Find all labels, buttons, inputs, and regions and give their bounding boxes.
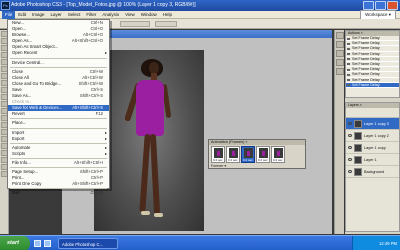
layers-panel: Layers × Layer 1 copy 3 Layer 1 copy 2 L… xyxy=(345,102,400,232)
workspace-dropdown[interactable]: Workspace ▾ xyxy=(360,9,396,20)
menu-view[interactable]: View xyxy=(122,11,138,19)
history-icon[interactable] xyxy=(336,32,344,39)
menu-select[interactable]: Select xyxy=(65,11,84,19)
frame-thumbnail xyxy=(229,148,238,158)
right-dock: Actions × Set Frame Delay Set Frame Dela… xyxy=(345,30,400,234)
styles-icon[interactable] xyxy=(336,50,344,57)
option-control[interactable] xyxy=(155,21,177,27)
adjustments-icon[interactable] xyxy=(336,59,344,66)
menu-item-export[interactable]: Export xyxy=(8,136,109,142)
layer-row[interactable]: Layer 1 xyxy=(346,154,399,166)
swatches-icon[interactable] xyxy=(336,41,344,48)
layer-thumbnail xyxy=(354,168,362,176)
option-control[interactable] xyxy=(120,21,150,27)
menu-filter[interactable]: Filter xyxy=(83,11,99,19)
layer-row[interactable]: Background xyxy=(346,166,399,178)
menu-separator xyxy=(10,188,107,190)
menu-separator xyxy=(10,127,107,129)
file-menu-dropdown: New... Ctrl+N Open... Ctrl+O Browse... Alt+… xyxy=(7,19,110,195)
frame-thumbnail xyxy=(274,148,283,158)
layer-thumbnail xyxy=(354,120,362,128)
menu-analysis[interactable]: Analysis xyxy=(99,11,122,19)
menu-edit[interactable]: Edit xyxy=(15,11,29,19)
menu-item-device-central[interactable]: Device Central... xyxy=(8,60,109,66)
quicklaunch-desktop-icon[interactable] xyxy=(44,240,51,247)
actions-panel: Actions × Set Frame Delay Set Frame Dela… xyxy=(345,30,400,98)
character-icon[interactable] xyxy=(336,68,344,75)
visibility-eye-icon[interactable] xyxy=(348,146,352,149)
model-dress xyxy=(136,80,164,136)
visibility-eye-icon[interactable] xyxy=(348,122,352,125)
menu-item-scripts[interactable]: Scripts xyxy=(8,151,109,157)
layer-name: Layer 1 copy 2 xyxy=(364,134,389,138)
menu-item-print-one-copy[interactable]: Print One Copy Alt+Shift+Ctrl+P xyxy=(8,181,109,187)
document-canvas[interactable] xyxy=(94,50,204,231)
visibility-eye-icon[interactable] xyxy=(348,158,352,161)
layer-name: Layer 1 copy xyxy=(364,146,386,150)
menu-layer[interactable]: Layer xyxy=(48,11,65,19)
visibility-eye-icon[interactable] xyxy=(348,134,352,137)
frame-thumbnail xyxy=(259,148,268,158)
layer-thumbnail xyxy=(354,144,362,152)
menu-item-exit[interactable]: Exit Ctrl+Q xyxy=(8,190,109,196)
animation-frame[interactable]: 0.2 sec xyxy=(256,146,270,163)
animation-panel: Animation (Frames) × 0.2 sec 0.2 sec 0.2… xyxy=(208,139,306,169)
model-shoe xyxy=(141,211,150,215)
menu-separator xyxy=(10,142,107,144)
photoshop-app-icon xyxy=(1,0,10,11)
window-title: Adobe Photoshop CS3 - [Top_Model_Fotos.j… xyxy=(11,2,196,8)
layer-row[interactable]: Layer 1 copy xyxy=(346,142,399,154)
layer-row-selected[interactable]: Layer 1 copy 3 xyxy=(346,118,399,130)
layers-options xyxy=(346,108,399,118)
model-shoe xyxy=(154,213,163,217)
menu-item-file-info[interactable]: File Info... Alt+Shift+Ctrl+I xyxy=(8,160,109,166)
menu-item-revert[interactable]: Revert F12 xyxy=(8,111,109,117)
menu-separator xyxy=(10,118,107,120)
loop-dropdown[interactable]: Forever ▾ xyxy=(209,164,305,169)
layer-thumbnail xyxy=(354,156,362,164)
model-leg xyxy=(149,133,161,215)
menu-image[interactable]: Image xyxy=(29,11,48,19)
animation-frame-selected[interactable]: 0.2 sec xyxy=(241,146,255,163)
menu-file[interactable]: File xyxy=(2,10,16,19)
menu-help[interactable]: Help xyxy=(160,11,175,19)
layer-name: Background xyxy=(364,170,385,174)
visibility-eye-icon[interactable] xyxy=(348,170,352,173)
layer-thumbnail xyxy=(354,132,362,140)
frame-strip: 0.2 sec 0.2 sec 0.2 sec 0.2 sec 0.2 sec xyxy=(209,145,305,164)
animation-frame[interactable]: 0.2 sec xyxy=(211,146,225,163)
collapsed-panel-icons xyxy=(334,30,344,234)
frame-thumbnail xyxy=(214,148,223,158)
menu-bar: File Edit Image Layer Select Filter Anal… xyxy=(0,9,400,20)
menu-separator xyxy=(10,57,107,59)
action-item-selected[interactable]: Set Frame Delay xyxy=(346,82,399,88)
menu-separator xyxy=(10,166,107,168)
animation-frame[interactable]: 0.2 sec xyxy=(271,146,285,163)
windows-taskbar: start Adobe Photoshop C... 12:49 PM xyxy=(0,235,400,250)
system-tray-clock: 12:49 PM xyxy=(352,236,400,250)
menu-separator xyxy=(10,157,107,159)
model-leg xyxy=(139,133,151,213)
layer-row[interactable]: Layer 1 copy 2 xyxy=(346,130,399,142)
menu-separator xyxy=(10,66,107,68)
start-button[interactable]: start xyxy=(0,236,30,250)
frame-thumbnail xyxy=(244,148,253,158)
title-bar: Adobe Photoshop CS3 - [Top_Model_Fotos.j… xyxy=(0,0,400,11)
taskbar-photoshop-button[interactable]: Adobe Photoshop C... xyxy=(58,238,118,249)
quicklaunch-browser-icon[interactable] xyxy=(34,240,41,247)
menu-item-place[interactable]: Place... xyxy=(8,120,109,126)
model-neck xyxy=(151,73,157,80)
animation-frame[interactable]: 0.2 sec xyxy=(226,146,240,163)
layer-name: Layer 1 xyxy=(364,158,377,162)
layer-name: Layer 1 copy 3 xyxy=(364,122,389,126)
menu-item-open-recent[interactable]: Open Recent xyxy=(8,50,109,56)
menu-window[interactable]: Window xyxy=(138,11,160,19)
